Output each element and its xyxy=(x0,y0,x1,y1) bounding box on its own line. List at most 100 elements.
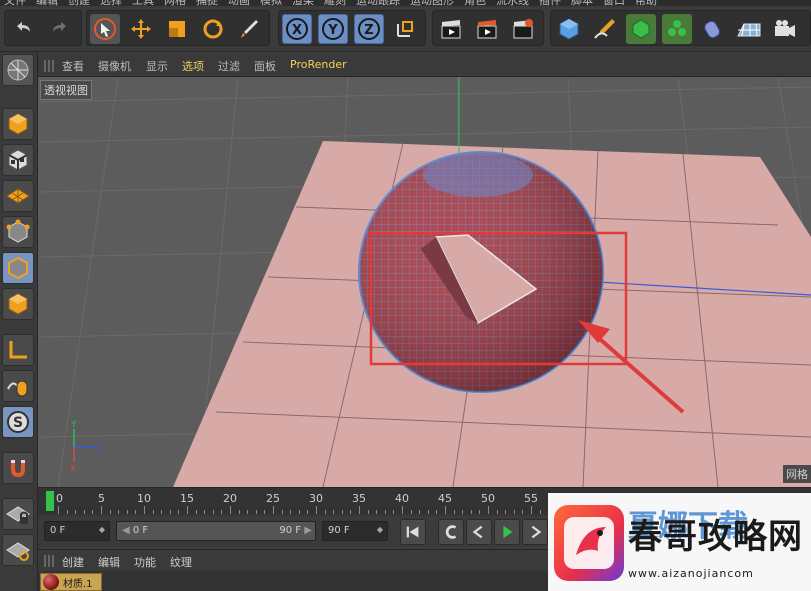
timeline-tick xyxy=(247,510,249,514)
timeline-tick xyxy=(66,510,68,514)
timeline-tick xyxy=(316,506,317,514)
workplane-mode-button[interactable] xyxy=(2,180,34,212)
render-settings-button[interactable] xyxy=(508,14,538,44)
next-frame-button[interactable] xyxy=(522,519,548,545)
coordinate-system-button[interactable] xyxy=(390,14,420,44)
cloner-button[interactable] xyxy=(662,14,692,44)
previous-key-icon xyxy=(445,525,457,539)
panel-grip[interactable] xyxy=(44,60,54,72)
move-icon xyxy=(131,19,151,39)
timeline-tick xyxy=(505,510,507,514)
edges-cube-icon xyxy=(8,256,28,280)
material-menu-texture[interactable]: 纹理 xyxy=(170,554,192,570)
viewport-scene[interactable]: Y Z X xyxy=(38,77,811,487)
perspective-viewport[interactable]: Y Z X 透视视图 网格 xyxy=(38,77,811,487)
tweak-mode-button[interactable] xyxy=(2,370,34,402)
edge-mode-button[interactable] xyxy=(2,252,34,284)
timeline-tick xyxy=(212,510,214,514)
timeline-tick xyxy=(410,510,412,514)
z-axis-button[interactable]: Z xyxy=(354,14,384,44)
watermark-url: www.aizanojiancom xyxy=(628,567,754,580)
range-left-arrow-icon[interactable]: ◀ xyxy=(122,525,133,536)
timeline-tick xyxy=(333,510,335,514)
point-mode-button[interactable] xyxy=(2,216,34,248)
planar-workplane-button[interactable] xyxy=(2,534,34,566)
subdivision-surface-button[interactable] xyxy=(626,14,656,44)
current-frame-field[interactable]: 0 F ◆ xyxy=(44,521,110,541)
y-axis-button[interactable]: Y xyxy=(318,14,348,44)
end-frame-field[interactable]: 90 F ◆ xyxy=(322,521,388,541)
panel-grip[interactable] xyxy=(44,555,54,567)
svg-text:Z: Z xyxy=(98,444,104,454)
undo-redo-group xyxy=(4,10,82,46)
viewport-menu-display[interactable]: 显示 xyxy=(146,58,168,74)
material-menu-function[interactable]: 功能 xyxy=(134,554,156,570)
transform-tools-group xyxy=(86,10,270,46)
model-mode-button[interactable] xyxy=(2,108,34,140)
current-frame-value: 0 F xyxy=(50,525,66,536)
live-selection-button[interactable] xyxy=(234,14,264,44)
rotate-tool-button[interactable] xyxy=(198,14,228,44)
tick-label: 15 xyxy=(180,492,194,505)
viewport-menu-options[interactable]: 选项 xyxy=(182,58,204,74)
go-to-start-button[interactable] xyxy=(400,519,426,545)
timeline-tick xyxy=(118,510,120,514)
timeline-tick xyxy=(513,510,515,514)
viewport-menu-prorender[interactable]: ProRender xyxy=(290,58,347,71)
z-axis-icon: Z xyxy=(358,18,380,40)
tick-label: 55 xyxy=(524,492,538,505)
scale-tool-button[interactable] xyxy=(162,14,192,44)
bend-deformer-icon xyxy=(704,20,720,39)
texture-mode-button[interactable] xyxy=(2,144,34,176)
timeline-tick xyxy=(75,510,77,514)
timeline-tick xyxy=(298,510,300,514)
timeline-tick xyxy=(367,510,369,514)
move-tool-button[interactable] xyxy=(126,14,156,44)
deformer-button[interactable] xyxy=(698,14,728,44)
x-axis-button[interactable]: X xyxy=(282,14,312,44)
material-swatch[interactable]: 材质.1 xyxy=(40,573,102,591)
render-view-button[interactable] xyxy=(436,14,466,44)
redo-button[interactable] xyxy=(45,14,75,44)
viewport-menu-panel[interactable]: 面板 xyxy=(254,58,276,74)
undo-button[interactable] xyxy=(8,14,38,44)
sphere-top-pole xyxy=(423,153,533,197)
brush-icon xyxy=(241,20,258,38)
floor-object-button[interactable] xyxy=(734,14,764,44)
previous-frame-button[interactable] xyxy=(466,519,492,545)
snap-button[interactable] xyxy=(2,452,34,484)
material-menu-edit[interactable]: 编辑 xyxy=(98,554,120,570)
render-to-picture-viewer-button[interactable] xyxy=(472,14,502,44)
timeline-tick xyxy=(445,506,446,514)
stepper-icon[interactable]: ◆ xyxy=(99,525,105,534)
viewport-menu-view[interactable]: 查看 xyxy=(62,58,84,74)
make-editable-button[interactable] xyxy=(2,54,34,86)
scale-icon xyxy=(169,21,185,37)
polygon-mode-button[interactable] xyxy=(2,288,34,320)
select-tool-button[interactable] xyxy=(90,14,120,44)
enable-axis-button[interactable] xyxy=(2,334,34,366)
preview-range-slider[interactable]: ◀ 0 F 90 F ▶ xyxy=(116,521,316,541)
timeline-tick xyxy=(436,510,438,514)
viewport-menu-filter[interactable]: 过滤 xyxy=(218,58,240,74)
previous-key-button[interactable] xyxy=(438,519,464,545)
redo-icon xyxy=(53,22,66,32)
grid-rotate-icon xyxy=(6,542,30,561)
timeline-tick xyxy=(488,506,489,514)
stepper-icon[interactable]: ◆ xyxy=(377,525,383,534)
cube-object-button[interactable] xyxy=(554,14,584,44)
timeline-tick xyxy=(384,510,386,514)
clapper-icon xyxy=(477,20,497,39)
range-right-arrow-icon[interactable]: ▶ xyxy=(304,525,312,536)
camera-object-button[interactable] xyxy=(770,14,800,44)
timeline-tick xyxy=(462,510,464,514)
timeline-tick xyxy=(341,510,343,514)
solo-mode-button[interactable]: S xyxy=(2,406,34,438)
lock-workplane-button[interactable] xyxy=(2,498,34,530)
viewport-menu-camera[interactable]: 摄像机 xyxy=(98,58,131,74)
material-menu-create[interactable]: 创建 xyxy=(62,554,84,570)
play-forward-button[interactable] xyxy=(494,519,520,545)
watermark-overlay: 夏娜下载 春哥攻略网 www.aizanojiancom xyxy=(548,493,811,591)
spline-pen-button[interactable] xyxy=(590,14,620,44)
timeline-tick xyxy=(350,510,352,514)
